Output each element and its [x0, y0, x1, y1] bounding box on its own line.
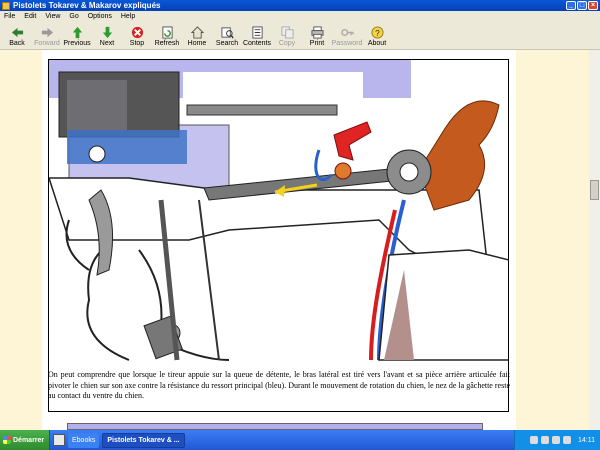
system-tray: 14:11	[514, 430, 600, 450]
forward-label: Forward	[34, 40, 60, 47]
search-icon	[220, 25, 234, 39]
down-arrow-icon	[100, 25, 114, 39]
password-label: Password	[331, 40, 363, 47]
back-label: Back	[9, 40, 25, 47]
maximize-button[interactable]: □	[577, 1, 587, 10]
print-button[interactable]: Print	[302, 22, 332, 50]
menu-help[interactable]: Help	[117, 13, 140, 20]
mechanism-diagram	[48, 59, 509, 412]
description-paragraph: On peut comprendre que lorsque le tireur…	[48, 370, 510, 400]
content-area: On peut comprendre que lorsque le tireur…	[0, 50, 600, 430]
tray-icon-1[interactable]	[530, 436, 538, 444]
menu-view[interactable]: View	[41, 13, 65, 20]
tray-icon-2[interactable]	[541, 436, 549, 444]
contents-button[interactable]: Contents	[242, 22, 272, 50]
refresh-icon	[160, 25, 174, 39]
back-arrow-icon	[10, 25, 24, 39]
about-button[interactable]: ? About	[362, 22, 392, 50]
menu-options[interactable]: Options	[84, 13, 117, 20]
up-arrow-icon	[70, 25, 84, 39]
back-button[interactable]: Back	[2, 22, 32, 50]
home-button[interactable]: Home	[182, 22, 212, 50]
copy-icon	[280, 25, 294, 39]
contents-label: Contents	[242, 40, 272, 47]
previous-label: Previous	[63, 40, 91, 47]
svg-text:?: ?	[375, 27, 380, 37]
windows-logo-icon	[3, 436, 11, 444]
menu-go[interactable]: Go	[65, 13, 83, 20]
next-button[interactable]: Next	[92, 22, 122, 50]
page: On peut comprendre que lorsque le tireur…	[42, 50, 516, 430]
start-button[interactable]: Démarrer	[0, 430, 50, 450]
menu-file[interactable]: File	[0, 13, 20, 20]
task-pistolets-label: Pistolets Tokarev & ...	[107, 436, 180, 444]
window-title: Pistolets Tokarev & Makarov expliqués	[13, 1, 161, 10]
minimize-button[interactable]: _	[566, 1, 576, 10]
about-label: About	[367, 40, 387, 47]
menu-bar: File Edit View Go Options Help	[0, 11, 600, 22]
forward-button[interactable]: Forward	[32, 22, 62, 50]
forward-arrow-icon	[40, 25, 54, 39]
refresh-button[interactable]: Refresh	[152, 22, 182, 50]
task-ebooks-label: Ebooks	[72, 436, 96, 444]
copy-button[interactable]: Copy	[272, 22, 302, 50]
print-icon	[310, 25, 324, 39]
toolbar: Back Forward Previous Next Stop Refresh …	[0, 22, 600, 50]
print-label: Print	[309, 40, 325, 47]
task-ebooks[interactable]: Ebooks	[68, 432, 100, 448]
password-button[interactable]: Password	[332, 22, 362, 50]
start-label: Démarrer	[13, 436, 45, 444]
close-button[interactable]: ×	[588, 1, 598, 10]
clock: 14:11	[578, 436, 595, 444]
next-label: Next	[99, 40, 115, 47]
volume-icon[interactable]	[563, 436, 571, 444]
search-label: Search	[215, 40, 239, 47]
vertical-scrollbar[interactable]	[589, 50, 600, 430]
tray-icon-3[interactable]	[552, 436, 560, 444]
contents-icon	[250, 25, 264, 39]
home-icon	[190, 25, 204, 39]
stop-icon	[130, 25, 144, 39]
app-icon	[2, 1, 10, 10]
quick-launch-icon[interactable]	[53, 434, 65, 446]
next-figure-frame	[67, 423, 483, 430]
previous-button[interactable]: Previous	[62, 22, 92, 50]
stop-label: Stop	[129, 40, 145, 47]
home-label: Home	[187, 40, 207, 47]
taskbar: Démarrer Ebooks Pistolets Tokarev & ... …	[0, 430, 600, 450]
search-button[interactable]: Search	[212, 22, 242, 50]
about-icon: ?	[370, 25, 384, 39]
scroll-thumb[interactable]	[590, 180, 599, 200]
menu-edit[interactable]: Edit	[20, 13, 41, 20]
copy-label: Copy	[278, 40, 296, 47]
task-pistolets[interactable]: Pistolets Tokarev & ...	[102, 432, 185, 448]
title-bar: Pistolets Tokarev & Makarov expliqués _ …	[0, 0, 600, 11]
stop-button[interactable]: Stop	[122, 22, 152, 50]
refresh-label: Refresh	[154, 40, 180, 47]
key-icon	[340, 25, 354, 39]
